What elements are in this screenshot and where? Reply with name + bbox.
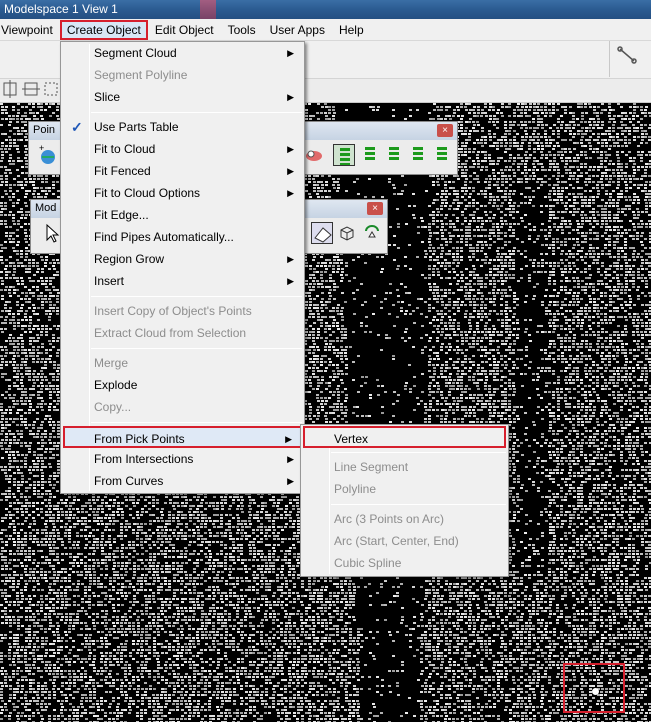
menu-item-slice[interactable]: Slice ▶ (63, 86, 302, 108)
menu-separator (331, 504, 506, 505)
pick-mode-icon[interactable] (2, 80, 20, 98)
cloud-tool-icon[interactable] (303, 144, 325, 166)
select-mode-icon[interactable] (22, 80, 40, 98)
menu-item-from-curves[interactable]: From Curves ▶ (63, 470, 302, 492)
tool-gizmo-icon[interactable] (610, 41, 650, 77)
globe-add-icon[interactable]: + (37, 143, 59, 166)
menu-item-copy: Copy... (94, 400, 132, 414)
checkmark-icon: ✓ (71, 119, 83, 135)
surface-shape-icon[interactable] (311, 222, 333, 244)
menu-item-extract-cloud: Extract Cloud from Selection (94, 326, 247, 340)
submenu-arrow-icon: ▶ (287, 476, 294, 486)
submenu-item-polyline: Polyline (334, 482, 377, 496)
modeling-toolbar-close-button[interactable]: × (367, 202, 383, 215)
menu-help[interactable]: Help (332, 20, 371, 40)
submenu-arrow-icon: ▶ (287, 92, 294, 102)
submenu-item-arc-start-center-end: Arc (Start, Center, End) (334, 534, 459, 548)
menu-item-fit-to-cloud-options[interactable]: Fit to Cloud Options ▶ (63, 182, 302, 204)
menu-viewpoint[interactable]: Viewpoint (0, 20, 60, 40)
submenu-arrow-icon: ▶ (287, 276, 294, 286)
points-toolbar-title: Poin (33, 124, 56, 136)
submenu-arrow-icon: ▶ (287, 48, 294, 58)
submenu-arrow-icon: ▶ (287, 188, 294, 198)
layer-stack-4-icon[interactable] (407, 144, 429, 166)
points-toolbar-close-button[interactable]: × (437, 124, 453, 137)
menu-item-segment-cloud[interactable]: Segment Cloud ▶ (63, 42, 302, 64)
submenu-arrow-icon: ▶ (287, 166, 294, 176)
menu-item-insert-copy: Insert Copy of Object's Points (94, 304, 252, 318)
rotate-object-icon[interactable] (361, 222, 383, 244)
fence-mode-icon[interactable] (42, 80, 60, 98)
right-toolbar (609, 41, 649, 77)
menu-item-merge: Merge (94, 356, 129, 370)
box-shape-icon[interactable] (336, 222, 358, 244)
layer-stack-2-icon[interactable] (359, 144, 381, 166)
modeling-toolbar-title: Mod (35, 202, 57, 214)
menu-user-apps[interactable]: User Apps (263, 20, 332, 40)
menu-item-find-pipes[interactable]: Find Pipes Automatically... (63, 226, 302, 248)
submenu-arrow-icon: ▶ (287, 144, 294, 154)
create-object-menu: Segment Cloud ▶ Segment Polyline Slice ▶ ✓… (60, 41, 305, 494)
menu-item-fit-fenced[interactable]: Fit Fenced ▶ (63, 160, 302, 182)
layer-stack-3-icon[interactable] (383, 144, 405, 166)
menu-separator (91, 422, 302, 423)
menu-item-fit-edge[interactable]: Fit Edge... (63, 204, 302, 226)
window-title-bar: Modelspace 1 View 1 (0, 0, 651, 19)
menu-separator (91, 296, 302, 297)
layer-stack-1-icon[interactable] (333, 144, 355, 166)
menu-item-from-pick-points[interactable]: From Pick Points ▶ (63, 426, 302, 448)
pick-points-submenu: Vertex Line Segment Polyline Arc (3 Poin… (300, 424, 509, 577)
menu-edit-object[interactable]: Edit Object (148, 20, 221, 40)
menu-separator (331, 452, 506, 453)
submenu-item-arc-3-points: Arc (3 Points on Arc) (334, 512, 445, 526)
menu-item-fit-to-cloud[interactable]: Fit to Cloud ▶ (63, 138, 302, 160)
menu-item-explode[interactable]: Explode (63, 374, 302, 396)
submenu-item-line-segment: Line Segment (334, 460, 409, 474)
picked-point[interactable] (592, 688, 599, 695)
menu-item-segment-polyline: Segment Polyline (94, 68, 188, 82)
menu-separator (91, 348, 302, 349)
menubar: Viewpoint Create Object Edit Object Tool… (0, 19, 651, 41)
menu-separator (91, 112, 302, 113)
layer-stack-5-icon[interactable] (431, 144, 453, 166)
menu-item-use-parts-table[interactable]: ✓ Use Parts Table (63, 116, 302, 138)
menu-item-insert[interactable]: Insert ▶ (63, 270, 302, 292)
submenu-item-cubic-spline: Cubic Spline (334, 556, 402, 570)
menu-create-object[interactable]: Create Object (59, 19, 148, 40)
menu-item-from-intersections[interactable]: From Intersections ▶ (63, 448, 302, 470)
menu-item-region-grow[interactable]: Region Grow ▶ (63, 248, 302, 270)
window-title: Modelspace 1 View 1 (4, 2, 118, 16)
submenu-arrow-icon: ▶ (285, 434, 292, 444)
submenu-arrow-icon: ▶ (287, 454, 294, 464)
submenu-item-vertex[interactable]: Vertex (303, 426, 506, 448)
titlebar-accent (200, 0, 216, 19)
menu-tools[interactable]: Tools (221, 20, 263, 40)
submenu-arrow-icon: ▶ (287, 254, 294, 264)
